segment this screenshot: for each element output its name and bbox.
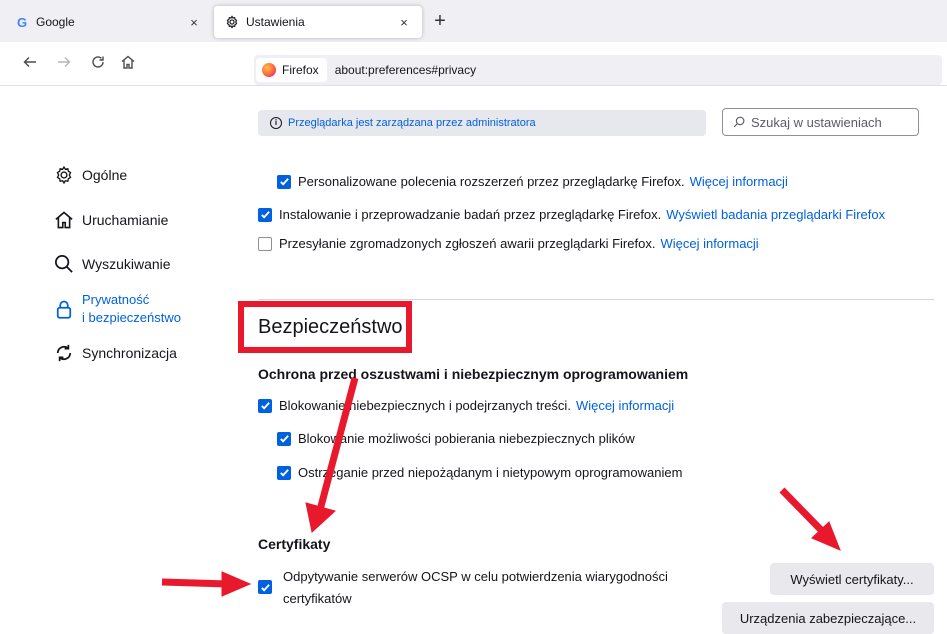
block-downloads-row: Blokowanie możliwości pobierania niebezp… — [277, 431, 635, 446]
tab-settings[interactable]: Ustawienia × — [214, 6, 422, 38]
ocsp-label-line1: Odpytywanie serwerów OCSP w celu potwier… — [283, 569, 668, 584]
search-placeholder: Szukaj w ustawieniach — [751, 114, 882, 130]
firefox-logo-icon — [262, 63, 276, 77]
ocsp-row: Odpytywanie serwerów OCSP w celu potwier… — [258, 566, 668, 610]
personalized-checkbox[interactable] — [277, 174, 291, 189]
tab-google[interactable]: G Google × — [4, 6, 212, 38]
view-studies-link[interactable]: Wyświetl badania przeglądarki Firefox — [666, 207, 885, 222]
block-downloads-checkbox[interactable] — [277, 431, 291, 446]
sidebar-label-line1: Prywatność — [82, 292, 150, 307]
search-icon — [54, 254, 74, 274]
section-divider — [258, 299, 934, 300]
red-highlight-box — [238, 301, 412, 353]
red-arrowhead-ocsp — [221, 571, 252, 597]
sidebar-item-sync[interactable]: Synchronizacja — [54, 343, 177, 363]
studies-row: Instalowanie i przeprowadzanie badań prz… — [258, 207, 885, 222]
search-input[interactable]: Szukaj w ustawieniach — [722, 108, 919, 136]
search-icon — [733, 116, 745, 128]
url-bar[interactable]: Firefox about:preferences#privacy — [254, 55, 942, 85]
home-icon[interactable] — [118, 54, 138, 74]
home-icon — [54, 210, 74, 230]
crash-reports-more-info-link[interactable]: Więcej informacji — [660, 236, 758, 251]
personalized-more-info-link[interactable]: Więcej informacji — [690, 174, 788, 189]
crash-reports-row: Przesyłanie zgromadzonych zgłoszeń awari… — [258, 236, 759, 251]
studies-checkbox[interactable] — [258, 207, 272, 222]
lock-icon — [54, 299, 74, 319]
sidebar-item-privacy[interactable]: Prywatność i bezpieczeństwo — [54, 291, 181, 327]
warn-unwanted-row: Ostrzeganie przed niepożądanym i nietypo… — [277, 465, 682, 480]
back-arrow-icon[interactable] — [20, 54, 40, 74]
sidebar-item-label: Uruchamianie — [82, 212, 169, 228]
ocsp-label-line2: certyfikatów — [283, 591, 352, 606]
block-dangerous-checkbox[interactable] — [258, 398, 272, 413]
tab-strip: G Google × Ustawienia × + — [0, 0, 947, 42]
sidebar-item-label: Wyszukiwanie — [82, 256, 171, 272]
block-dangerous-label[interactable]: Blokowanie niebezpiecznych i podejrzanyc… — [279, 398, 571, 413]
url-text[interactable]: about:preferences#privacy — [335, 63, 476, 77]
sidebar-item-general[interactable]: Ogólne — [54, 165, 127, 185]
warn-unwanted-checkbox[interactable] — [277, 465, 291, 480]
sidebar-item-label: Prywatność i bezpieczeństwo — [82, 291, 181, 327]
red-arrowhead-certificates — [305, 502, 337, 533]
certificates-subtitle: Certyfikaty — [258, 536, 331, 552]
block-dangerous-more-info-link[interactable]: Więcej informacji — [576, 398, 674, 413]
crash-reports-label[interactable]: Przesyłanie zgromadzonych zgłoszeń awari… — [279, 236, 655, 251]
gear-icon — [54, 165, 74, 185]
sidebar-item-label: Synchronizacja — [82, 345, 177, 361]
personalized-label[interactable]: Personalizowane polecenia rozszerzeń prz… — [298, 174, 685, 189]
ocsp-label[interactable]: Odpytywanie serwerów OCSP w celu potwier… — [283, 566, 668, 610]
security-devices-button[interactable]: Urządzenia zabezpieczające... — [722, 602, 934, 634]
view-certificates-button[interactable]: Wyświetl certyfikaty... — [770, 563, 934, 595]
admin-notice[interactable]: i Przeglądarka jest zarządzana przez adm… — [258, 110, 706, 136]
tab-title: Google — [36, 15, 75, 29]
identity-box[interactable]: Firefox — [256, 58, 327, 82]
close-tab-icon[interactable]: × — [396, 15, 412, 30]
google-favicon-icon: G — [16, 14, 28, 30]
sidebar-item-search[interactable]: Wyszukiwanie — [54, 254, 171, 274]
identity-label: Firefox — [282, 63, 319, 77]
warn-unwanted-label[interactable]: Ostrzeganie przed niepożądanym i nietypo… — [298, 465, 682, 480]
block-downloads-label[interactable]: Blokowanie możliwości pobierania niebezp… — [298, 431, 635, 446]
red-arrow-view-certs — [779, 487, 827, 536]
crash-reports-checkbox[interactable] — [258, 236, 272, 251]
admin-notice-text[interactable]: Przeglądarka jest zarządzana przez admin… — [288, 117, 536, 129]
sidebar-item-home[interactable]: Uruchamianie — [54, 210, 168, 230]
gear-icon — [224, 14, 240, 30]
sidebar-item-label: Ogólne — [82, 167, 128, 183]
forward-arrow-icon[interactable] — [54, 54, 74, 74]
tab-title: Ustawienia — [246, 15, 305, 29]
info-icon: i — [270, 117, 282, 129]
red-arrowhead-view-certs — [811, 521, 841, 551]
studies-label[interactable]: Instalowanie i przeprowadzanie badań prz… — [279, 207, 661, 222]
block-dangerous-row: Blokowanie niebezpiecznych i podejrzanyc… — [258, 398, 674, 413]
new-tab-button[interactable]: + — [428, 10, 452, 34]
red-arrow-ocsp — [161, 578, 229, 588]
sidebar-label-line2: i bezpieczeństwo — [82, 310, 181, 325]
personalized-recommendations-row: Personalizowane polecenia rozszerzeń prz… — [277, 174, 788, 189]
ocsp-checkbox[interactable] — [258, 580, 272, 594]
close-tab-icon[interactable]: × — [186, 15, 202, 30]
protection-subtitle: Ochrona przed oszustwami i niebezpieczny… — [258, 366, 689, 382]
reload-icon[interactable] — [88, 54, 108, 74]
sync-icon — [54, 343, 74, 363]
